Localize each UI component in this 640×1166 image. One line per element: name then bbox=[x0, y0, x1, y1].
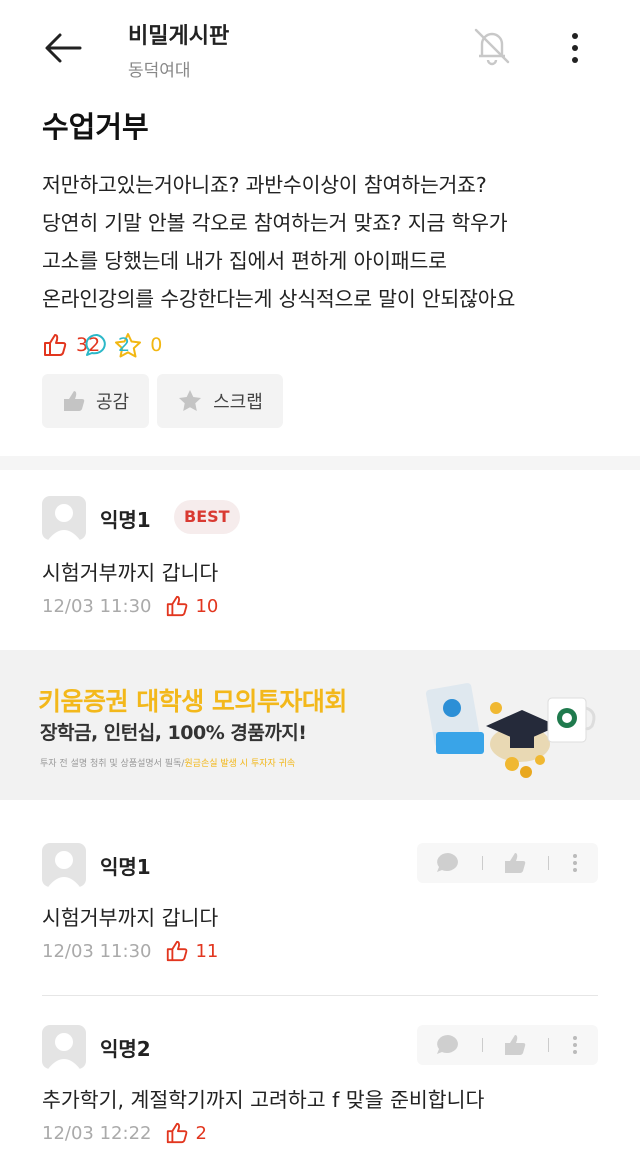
default-profile-icon bbox=[48, 504, 80, 540]
section-divider bbox=[0, 456, 640, 470]
thumbs-up-icon bbox=[167, 940, 188, 962]
avatar bbox=[42, 496, 86, 540]
thumbs-up-icon[interactable] bbox=[503, 851, 527, 875]
comment-time: 12/03 12:22 bbox=[42, 1122, 152, 1144]
comment-divider bbox=[42, 995, 598, 996]
post-actions: 공감 스크랩 bbox=[42, 374, 291, 428]
comment-text: 시험거부까지 갑니다 bbox=[42, 561, 219, 585]
ad-subline: 장학금, 인턴십, 100% 경품까지! bbox=[40, 722, 307, 744]
thumbs-up-icon[interactable] bbox=[503, 1033, 527, 1057]
comment: 익명2 추가학기, 계절학기까지 고려하고 f 맞을 준비합니다 12/03 1… bbox=[42, 1025, 598, 1155]
comment-count-value: 2 bbox=[118, 334, 131, 356]
default-profile-icon bbox=[48, 1033, 80, 1069]
avatar bbox=[42, 843, 86, 887]
comment-bubble-icon bbox=[85, 334, 106, 356]
tool-separator bbox=[481, 1038, 483, 1052]
scrap-button-label: 스크랩 bbox=[213, 392, 263, 413]
comment-like-count: 10 bbox=[165, 594, 218, 618]
like-button-label: 공감 bbox=[96, 392, 130, 413]
comment-time: 12/03 11:30 bbox=[42, 595, 152, 617]
back-arrow-icon[interactable] bbox=[40, 28, 88, 68]
comment-author: 익명1 bbox=[100, 855, 151, 879]
post-title: 수업거부 bbox=[42, 110, 149, 144]
thumbs-up-icon bbox=[167, 1122, 188, 1144]
comment-meta: 12/03 11:30 10 bbox=[42, 594, 218, 618]
comment-author: 익명1 bbox=[100, 508, 151, 532]
tool-separator bbox=[548, 1038, 550, 1052]
post-stats: 32 2 0 bbox=[42, 330, 176, 360]
top-bar: 비밀게시판 동덕여대 bbox=[0, 0, 640, 96]
post-body: 저만하고있는거아니죠? 과반수이상이 참여하는거죠? 당연히 기말 안볼 각오로… bbox=[42, 173, 516, 311]
star-icon bbox=[179, 390, 202, 411]
thumbs-up-icon bbox=[64, 391, 85, 411]
post: 수업거부 저만하고있는거아니죠? 과반수이상이 참여하는거죠? 당연히 기말 안… bbox=[42, 100, 602, 318]
reply-icon[interactable] bbox=[435, 851, 461, 875]
comment-like-value: 2 bbox=[195, 1122, 207, 1144]
reply-icon[interactable] bbox=[435, 1033, 461, 1057]
comment-tools bbox=[417, 843, 598, 883]
comment-meta: 12/03 12:22 2 bbox=[42, 1121, 207, 1145]
more-options-icon[interactable] bbox=[570, 851, 580, 875]
board-title: 비밀게시판 bbox=[128, 24, 230, 49]
comment-tools bbox=[417, 1025, 598, 1065]
thumbs-up-icon bbox=[167, 595, 188, 617]
thumbs-up-icon bbox=[44, 334, 67, 356]
scrap-button[interactable]: 스크랩 bbox=[157, 374, 283, 428]
more-options-icon[interactable] bbox=[560, 28, 590, 68]
best-comment: 익명1 BEST 시험거부까지 갑니다 12/03 11:30 10 bbox=[42, 496, 598, 626]
more-options-icon[interactable] bbox=[570, 1033, 580, 1057]
comment-text: 추가학기, 계절학기까지 고려하고 f 맞을 준비합니다 bbox=[42, 1088, 485, 1112]
tool-separator bbox=[548, 856, 550, 870]
comment-author: 익명2 bbox=[100, 1037, 151, 1061]
comment-meta: 12/03 11:30 11 bbox=[42, 939, 218, 963]
best-badge: BEST bbox=[174, 500, 240, 534]
comment: 익명1 시험거부까지 갑니다 12/03 11:30 11 bbox=[42, 843, 598, 973]
comment-like-count: 2 bbox=[165, 1121, 207, 1145]
notification-off-icon[interactable] bbox=[470, 24, 514, 68]
like-button[interactable]: 공감 bbox=[42, 374, 150, 428]
comment-like-value: 11 bbox=[195, 940, 219, 962]
avatar bbox=[42, 1025, 86, 1069]
comment-time: 12/03 11:30 bbox=[42, 940, 152, 962]
ad-headline: 키움증권 대학생 모의투자대회 bbox=[38, 687, 347, 716]
ad-banner[interactable]: 키움증권 대학생 모의투자대회 장학금, 인턴십, 100% 경품까지! 투자 … bbox=[0, 650, 640, 800]
ad-illustration bbox=[425, 683, 596, 778]
comment-like-count: 11 bbox=[165, 939, 218, 963]
default-profile-icon bbox=[48, 851, 80, 887]
comment-text: 시험거부까지 갑니다 bbox=[42, 906, 219, 930]
comment-like-value: 10 bbox=[195, 595, 219, 617]
tool-separator bbox=[481, 856, 483, 870]
school-name: 동덕여대 bbox=[128, 61, 191, 81]
comment-count: 2 bbox=[84, 332, 640, 358]
ad-disclaimer: 투자 전 설명 청취 및 상품설명서 필독/원금손실 발생 시 투자자 귀속 bbox=[40, 759, 296, 769]
